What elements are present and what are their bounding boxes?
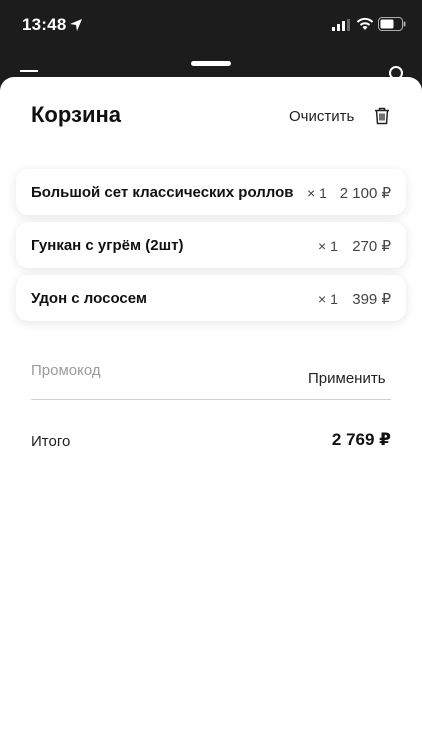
cart-item-quantity: × 1 bbox=[318, 238, 338, 254]
total-value: 2 769 ₽ bbox=[331, 430, 391, 449]
clear-cart-button[interactable]: Очистить bbox=[289, 108, 354, 125]
sheet-grabber[interactable] bbox=[191, 61, 231, 66]
promo-code-input[interactable]: Промокод bbox=[31, 362, 101, 379]
cart-item-price: 270 ₽ bbox=[352, 238, 391, 255]
wifi-icon bbox=[356, 17, 374, 30]
cellular-signal-icon bbox=[332, 19, 350, 31]
status-bar: 13:48 bbox=[0, 0, 422, 50]
status-time: 13:48 bbox=[22, 15, 67, 34]
trash-icon[interactable] bbox=[374, 107, 390, 125]
cart-item[interactable]: Гункан с угрём (2шт) × 1 270 ₽ bbox=[16, 222, 406, 268]
cart-screen: 13:48 Корзина Очистить Большой сет класс… bbox=[0, 0, 422, 750]
cart-item-price: 399 ₽ bbox=[352, 291, 391, 308]
total-label: Итого bbox=[31, 433, 71, 450]
page-title: Корзина bbox=[31, 102, 121, 127]
cart-sheet: Корзина Очистить Большой сет классически… bbox=[0, 77, 422, 750]
cart-item-name: Большой сет классических роллов bbox=[31, 184, 294, 201]
cart-item-price: 2 100 ₽ bbox=[339, 185, 391, 202]
cart-item-name: Гункан с угрём (2шт) bbox=[31, 237, 184, 254]
cart-item-name: Удон с лососем bbox=[31, 290, 147, 307]
cart-item[interactable]: Большой сет классических роллов × 1 2 10… bbox=[16, 169, 406, 215]
cart-item-quantity: × 1 bbox=[318, 291, 338, 307]
battery-icon bbox=[378, 17, 406, 31]
promo-underline bbox=[31, 399, 391, 400]
cart-item[interactable]: Удон с лососем × 1 399 ₽ bbox=[16, 275, 406, 321]
apply-promo-button[interactable]: Применить bbox=[308, 370, 386, 387]
cart-item-quantity: × 1 bbox=[307, 185, 327, 201]
location-arrow-icon bbox=[70, 19, 82, 31]
